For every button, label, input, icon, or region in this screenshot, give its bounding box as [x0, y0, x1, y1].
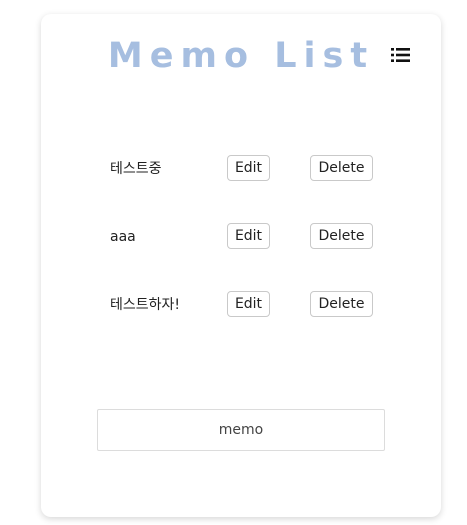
- delete-button[interactable]: Delete: [310, 155, 373, 181]
- delete-button[interactable]: Delete: [310, 223, 373, 249]
- memo-text: 테스트중: [110, 161, 162, 177]
- edit-button[interactable]: Edit: [227, 223, 270, 249]
- memo-text: 테스트하자!: [110, 297, 181, 313]
- memo-input[interactable]: [97, 409, 385, 451]
- edit-button[interactable]: Edit: [227, 155, 270, 181]
- list-icon: [391, 48, 410, 62]
- memo-item: 테스트하자! Edit Delete: [41, 291, 441, 321]
- edit-button[interactable]: Edit: [227, 291, 270, 317]
- memo-item: 테스트중 Edit Delete: [41, 155, 441, 185]
- list-menu-button[interactable]: [390, 45, 412, 65]
- memo-item: aaa Edit Delete: [41, 223, 441, 253]
- delete-button[interactable]: Delete: [310, 291, 373, 317]
- page-title: Memo List: [107, 36, 375, 76]
- memo-text: aaa: [110, 229, 136, 245]
- memo-card: Memo List 테스트중 Edit Delete aaa Edit Dele…: [41, 14, 441, 517]
